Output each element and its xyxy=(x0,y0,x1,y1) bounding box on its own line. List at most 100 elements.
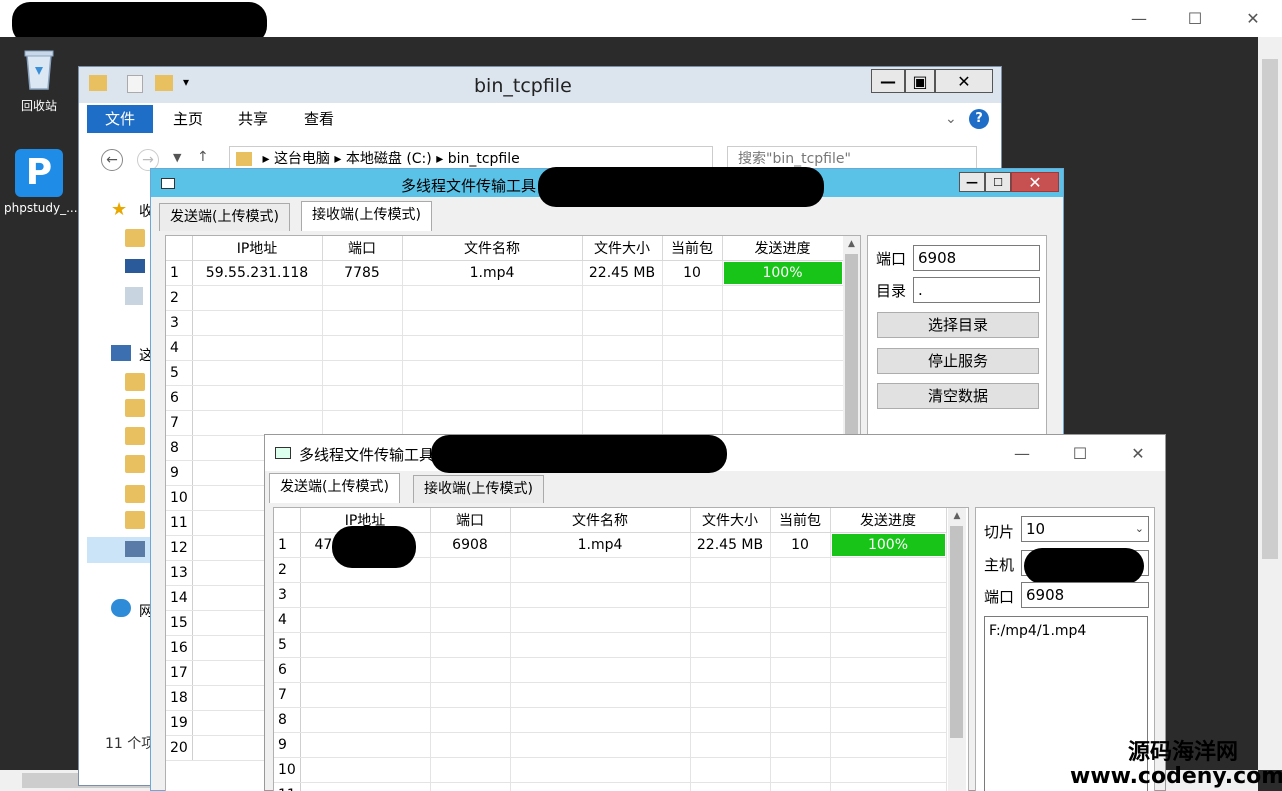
receiver-port-input[interactable]: 6908 xyxy=(913,245,1040,271)
breadcrumb-this-pc[interactable]: 这台电脑 xyxy=(274,151,330,167)
column-header-progress[interactable]: 发送进度 xyxy=(830,508,947,533)
explorer-close-button[interactable]: ✕ xyxy=(935,69,993,93)
cell-filesize xyxy=(690,782,771,791)
stop-service-button[interactable]: 停止服务 xyxy=(877,348,1039,374)
ribbon-tab-file[interactable]: 文件 xyxy=(87,105,154,133)
progress-bar: 100% xyxy=(831,533,945,556)
receiver-maximize-button[interactable]: ☐ xyxy=(985,172,1011,192)
remote-vertical-scrollbar[interactable] xyxy=(1258,37,1282,770)
row-number: 10 xyxy=(166,485,193,511)
table-row[interactable]: 6 xyxy=(274,657,947,683)
receiver-dir-input[interactable]: . xyxy=(913,277,1040,303)
table-row[interactable]: 3 xyxy=(166,310,844,336)
table-row[interactable]: 5 xyxy=(274,632,947,658)
nav-folder-icon[interactable] xyxy=(125,399,145,417)
recent-dropdown-icon[interactable]: ▼ xyxy=(173,151,181,164)
table-row[interactable]: 5 xyxy=(166,360,844,386)
row-number: 3 xyxy=(166,310,193,336)
table-row[interactable]: 1 59.55.231.118 7785 1.mp4 22.45 MB 10 100% xyxy=(166,260,844,286)
clear-data-button[interactable]: 清空数据 xyxy=(877,383,1039,409)
this-pc-icon[interactable] xyxy=(111,345,131,361)
remote-close-button[interactable]: ✕ xyxy=(1224,0,1282,37)
table-row[interactable]: 3 xyxy=(274,582,947,608)
nav-document-icon[interactable] xyxy=(125,287,143,305)
cell-ip xyxy=(300,682,431,708)
receiver-close-button[interactable]: ✕ xyxy=(1011,172,1059,192)
cell-ip xyxy=(300,707,431,733)
quick-access-dropdown-icon[interactable]: ▾ xyxy=(183,75,189,89)
row-number: 1 xyxy=(166,260,193,286)
ribbon-tab-view[interactable]: 查看 xyxy=(286,105,352,133)
tab-sender-mode[interactable]: 发送端(上传模式) xyxy=(159,203,290,231)
column-header-progress[interactable]: 发送进度 xyxy=(722,236,844,261)
network-icon[interactable] xyxy=(111,599,131,617)
desktop-icon-recycle-bin[interactable]: 回收站 xyxy=(4,45,74,114)
breadcrumb-local-disk[interactable]: 本地磁盘 (C:) xyxy=(346,151,432,167)
app-window-icon xyxy=(275,447,291,459)
column-header-filesize[interactable]: 文件大小 xyxy=(690,508,771,533)
table-row[interactable]: 7 xyxy=(274,682,947,708)
nav-local-disk-selected[interactable] xyxy=(87,537,157,563)
up-icon[interactable]: ↑ xyxy=(197,149,209,165)
column-header-filesize[interactable]: 文件大小 xyxy=(582,236,663,261)
column-header-packet[interactable]: 当前包 xyxy=(770,508,831,533)
help-icon[interactable]: ? xyxy=(969,109,989,129)
cell-progress xyxy=(722,360,844,386)
table-row[interactable]: 4 xyxy=(274,607,947,633)
desktop-icon-phpstudy[interactable]: P phpstudy_... xyxy=(4,149,78,215)
remote-maximize-button[interactable]: ☐ xyxy=(1166,0,1224,37)
sender-maximize-button[interactable]: ☐ xyxy=(1051,435,1109,471)
properties-icon[interactable] xyxy=(127,75,143,93)
nav-monitor-icon[interactable] xyxy=(125,259,145,273)
sender-grid-panel: IP地址 端口 文件名称 文件大小 当前包 发送进度 147369081.mp4… xyxy=(273,507,969,791)
quick-access-star-icon[interactable]: ★ xyxy=(111,199,127,220)
nav-folder-icon[interactable] xyxy=(125,485,145,503)
table-row[interactable]: 4 xyxy=(166,335,844,361)
column-header-filename[interactable]: 文件名称 xyxy=(402,236,583,261)
sender-minimize-button[interactable]: — xyxy=(993,435,1051,471)
tab-sender-mode[interactable]: 发送端(上传模式) xyxy=(269,473,400,503)
tab-receiver-mode[interactable]: 接收端(上传模式) xyxy=(301,201,432,231)
remote-minimize-button[interactable]: — xyxy=(1110,0,1168,37)
nav-folder-icon[interactable] xyxy=(125,427,145,445)
tab-receiver-mode[interactable]: 接收端(上传模式) xyxy=(413,475,544,503)
nav-folder-icon[interactable] xyxy=(125,455,145,473)
explorer-minimize-button[interactable]: — xyxy=(871,69,905,93)
cell-filesize xyxy=(582,410,663,436)
column-header-filename[interactable]: 文件名称 xyxy=(510,508,691,533)
table-row[interactable]: 6 xyxy=(166,385,844,411)
column-header-packet[interactable]: 当前包 xyxy=(662,236,723,261)
column-header-ip[interactable]: IP地址 xyxy=(192,236,323,261)
table-row[interactable]: 8 xyxy=(274,707,947,733)
table-row[interactable]: 9 xyxy=(274,732,947,758)
local-disk-icon xyxy=(125,541,145,557)
nav-folder-icon[interactable] xyxy=(125,229,145,247)
back-icon[interactable]: ← xyxy=(101,149,123,171)
host-label: 主机 xyxy=(984,556,1015,574)
ribbon-tab-share[interactable]: 共享 xyxy=(220,105,286,133)
nav-folder-icon[interactable] xyxy=(125,511,145,529)
new-folder-icon[interactable] xyxy=(155,75,173,91)
nav-folder-icon[interactable] xyxy=(125,373,145,391)
receiver-minimize-button[interactable]: — xyxy=(959,172,985,192)
table-row[interactable]: 2 xyxy=(166,285,844,311)
explorer-maximize-button[interactable]: ▣ xyxy=(905,69,935,93)
sender-grid-scrollbar[interactable]: ▲ xyxy=(948,508,966,791)
column-header-port[interactable]: 端口 xyxy=(322,236,403,261)
breadcrumb-bin-tcpfile[interactable]: bin_tcpfile xyxy=(448,151,520,167)
scroll-up-icon[interactable]: ▲ xyxy=(843,236,860,253)
sender-close-button[interactable]: ✕ xyxy=(1109,435,1167,471)
redacted-title-suffix xyxy=(538,167,824,207)
table-row[interactable]: 11 xyxy=(274,782,947,791)
sender-port-input[interactable]: 6908 xyxy=(1021,582,1149,608)
scroll-up-icon[interactable]: ▲ xyxy=(948,508,966,525)
ribbon-tab-home[interactable]: 主页 xyxy=(155,105,221,133)
ribbon-expand-icon[interactable]: ⌄ xyxy=(945,111,957,127)
table-row[interactable]: 10 xyxy=(274,757,947,783)
row-header-corner xyxy=(166,236,193,261)
select-directory-button[interactable]: 选择目录 xyxy=(877,312,1039,338)
table-row[interactable]: 7 xyxy=(166,410,844,436)
slice-select[interactable]: 10 ⌄ xyxy=(1021,516,1149,542)
phpstudy-icon: P xyxy=(15,149,63,197)
column-header-port[interactable]: 端口 xyxy=(430,508,511,533)
